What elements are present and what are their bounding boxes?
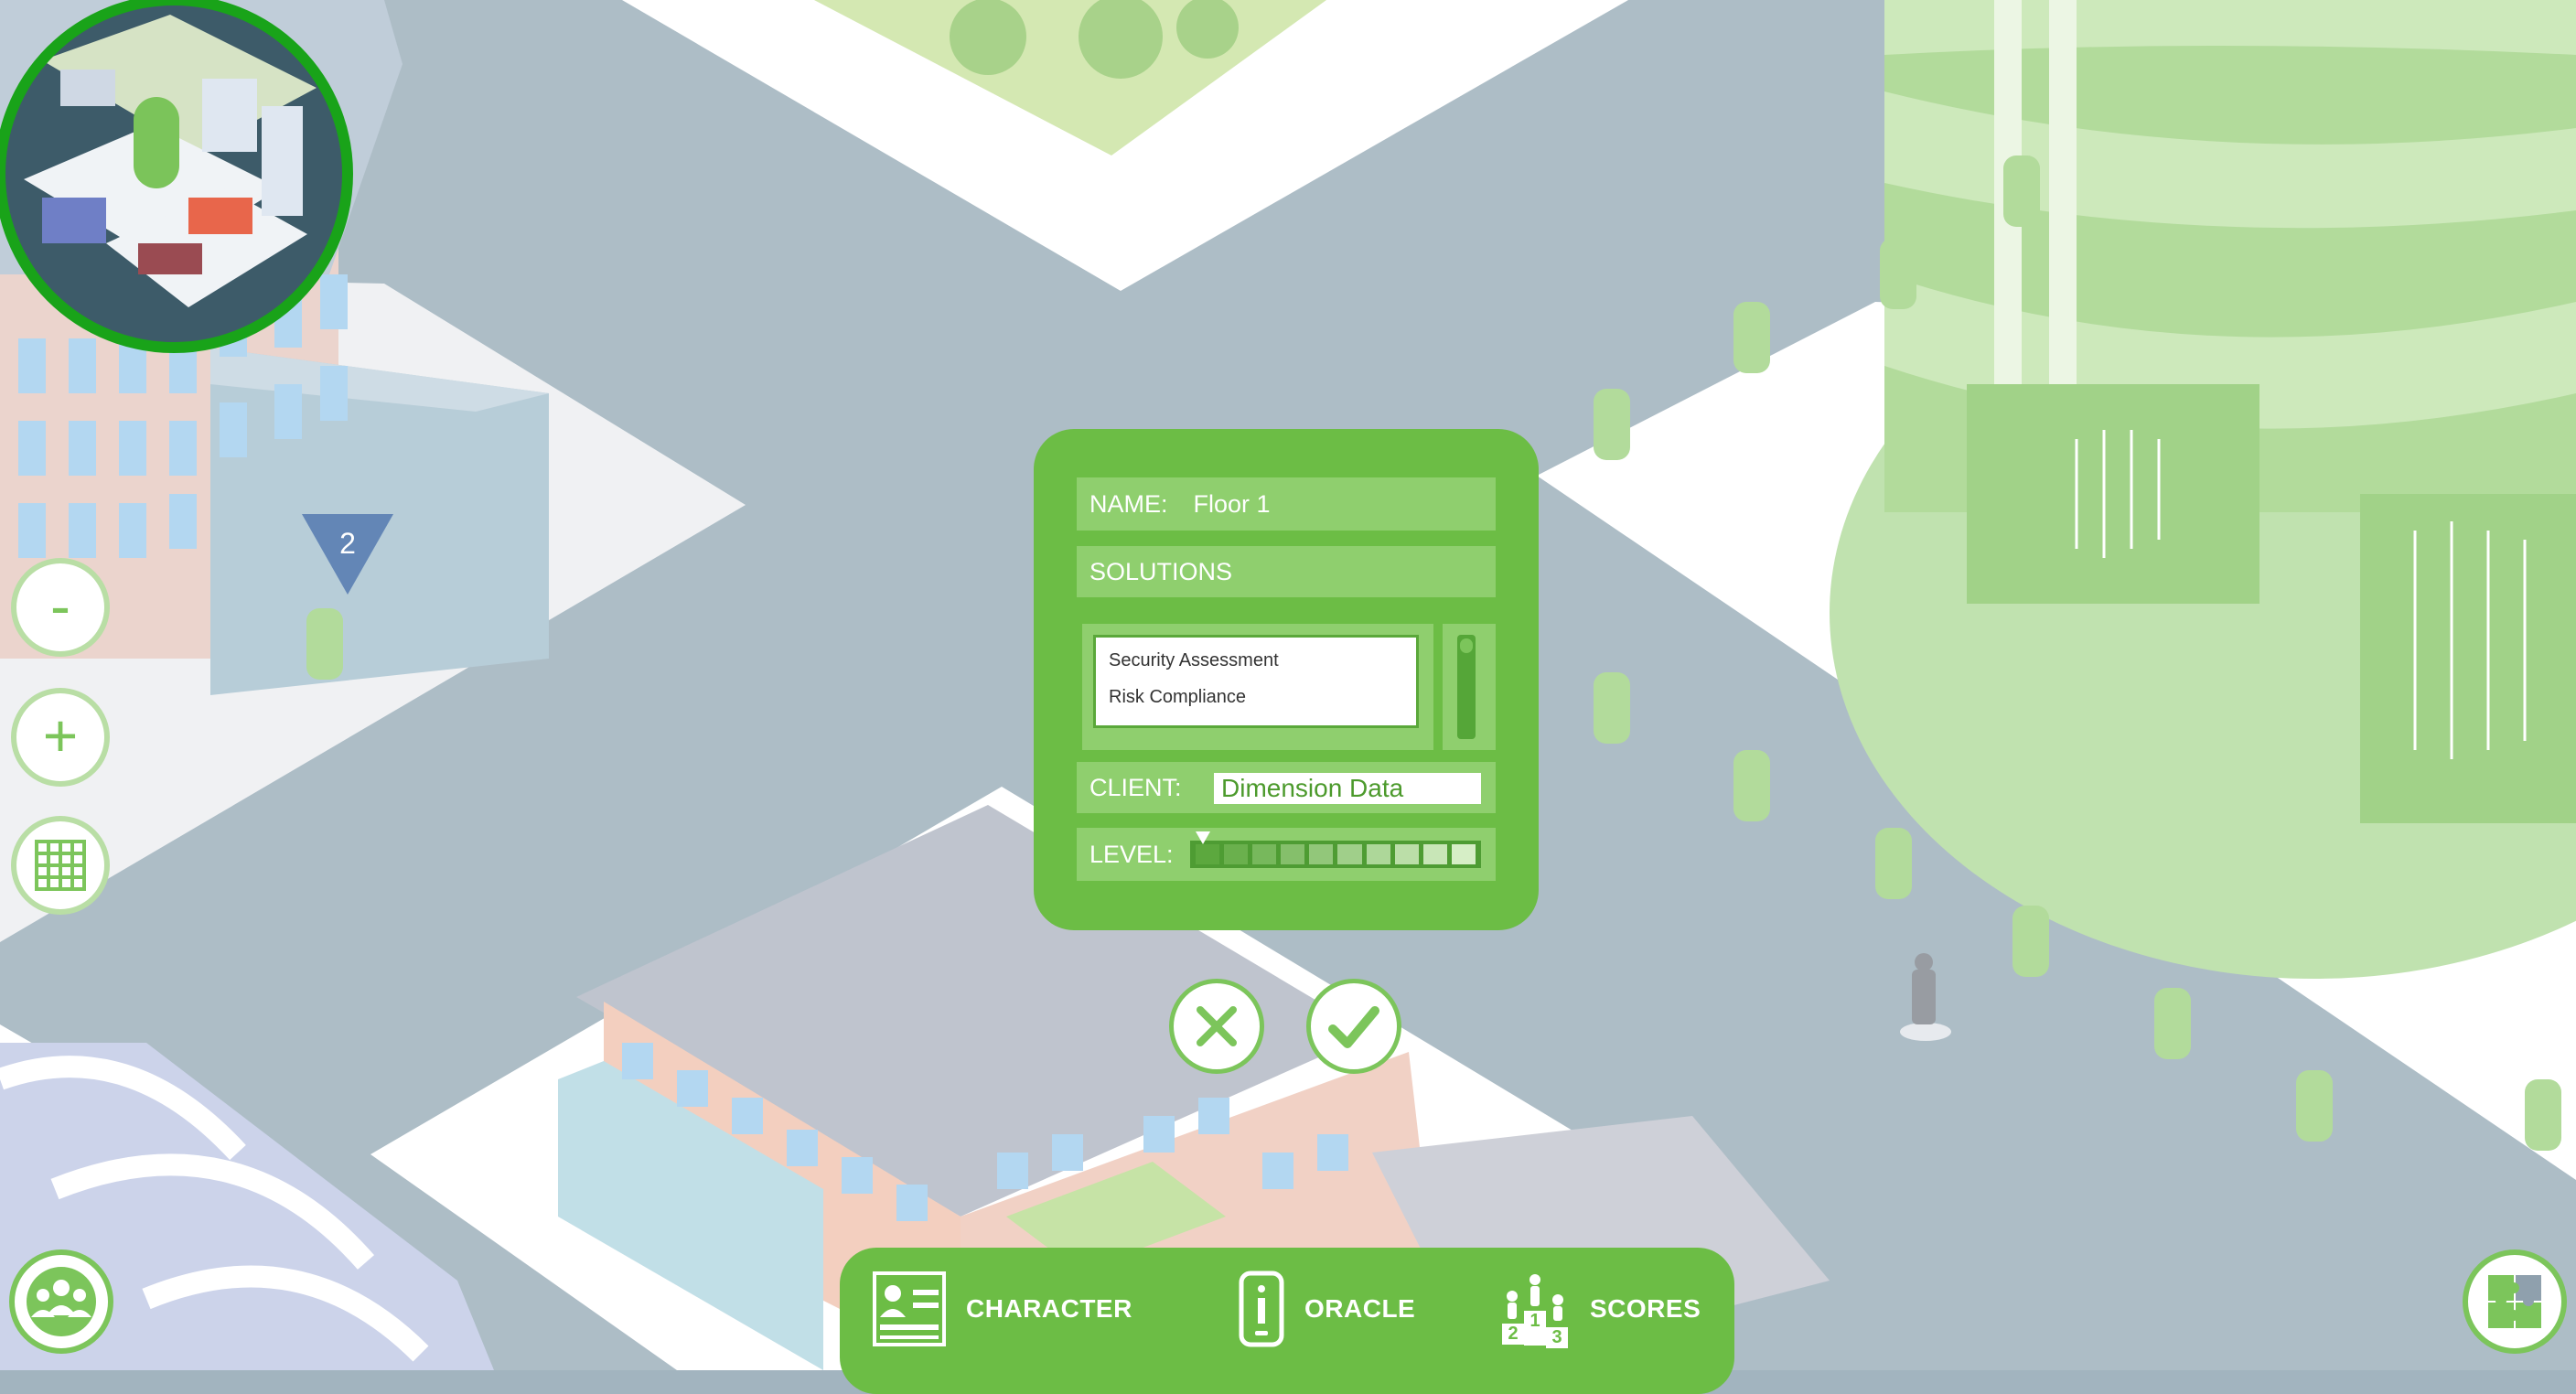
zoom-in-button[interactable]: + xyxy=(11,688,110,787)
level-segment[interactable] xyxy=(1366,844,1390,864)
character-tab[interactable]: CHARACTER xyxy=(873,1248,1132,1370)
solutions-scroll-track xyxy=(1443,624,1496,750)
client-row: CLIENT: Dimension Data xyxy=(1077,762,1496,813)
oracle-tab[interactable]: ORACLE xyxy=(1239,1248,1415,1370)
solutions-scrollbar[interactable] xyxy=(1457,635,1476,739)
name-row: NAME: Floor 1 xyxy=(1077,477,1496,531)
check-icon xyxy=(1328,1006,1379,1048)
scores-label: SCORES xyxy=(1590,1294,1701,1323)
team-button[interactable] xyxy=(9,1249,113,1354)
level-segment[interactable] xyxy=(1422,844,1447,864)
level-segment[interactable] xyxy=(1337,844,1362,864)
name-value[interactable]: Floor 1 xyxy=(1194,490,1271,519)
oracle-phone-icon xyxy=(1239,1271,1284,1347)
podium-3: 3 xyxy=(1546,1327,1568,1348)
cancel-button[interactable] xyxy=(1169,979,1264,1074)
level-segment[interactable] xyxy=(1451,844,1476,864)
solutions-list[interactable]: Security Assessment Risk Compliance Main… xyxy=(1093,635,1419,728)
client-input[interactable]: Dimension Data xyxy=(1212,771,1483,806)
character-label: CHARACTER xyxy=(966,1294,1132,1323)
grid-toggle-button[interactable] xyxy=(11,816,110,915)
level-segment[interactable] xyxy=(1309,844,1334,864)
level-slider[interactable] xyxy=(1190,841,1481,868)
minimap[interactable] xyxy=(0,0,353,353)
client-label: CLIENT: xyxy=(1089,773,1182,801)
puzzle-button[interactable] xyxy=(2463,1249,2567,1354)
podium-2: 2 xyxy=(1502,1324,1524,1345)
confirm-button[interactable] xyxy=(1306,979,1401,1074)
level-segment[interactable] xyxy=(1196,844,1220,864)
close-icon xyxy=(1197,1006,1237,1046)
level-label: LEVEL: xyxy=(1089,840,1174,868)
level-segment[interactable] xyxy=(1281,844,1305,864)
character-card-icon xyxy=(873,1271,946,1346)
solutions-item[interactable]: Security Assessment xyxy=(1109,643,1416,680)
oracle-label: ORACLE xyxy=(1304,1294,1416,1323)
puzzle-icon xyxy=(2488,1275,2541,1328)
level-segment[interactable] xyxy=(1252,844,1277,864)
level-marker[interactable] xyxy=(1196,831,1210,844)
level-row: LEVEL: xyxy=(1077,828,1496,881)
group-icon xyxy=(27,1267,96,1336)
grid-icon xyxy=(35,840,86,891)
solutions-item[interactable]: Risk Compliance xyxy=(1109,680,1416,716)
building-badge-number: 2 xyxy=(339,527,356,560)
scores-tab[interactable]: 2 1 3 SCORES xyxy=(1500,1248,1701,1370)
solutions-header: SOLUTIONS xyxy=(1077,546,1496,597)
minimap-image xyxy=(24,15,317,307)
level-segment[interactable] xyxy=(1394,844,1419,864)
level-segment[interactable] xyxy=(1224,844,1249,864)
scroll-thumb[interactable] xyxy=(1460,638,1473,653)
room-config-dialog: NAME: Floor 1 SOLUTIONS Security Assessm… xyxy=(1034,429,1539,930)
zoom-out-button[interactable]: - xyxy=(11,558,110,657)
solutions-label: SOLUTIONS xyxy=(1089,557,1233,585)
bottom-nav-bar: CHARACTER ORACLE 2 1 3 SCORES xyxy=(840,1248,1734,1394)
podium-1: 1 xyxy=(1524,1311,1546,1346)
solutions-list-frame: Security Assessment Risk Compliance Main… xyxy=(1082,624,1433,750)
podium-icon: 2 1 3 xyxy=(1500,1271,1570,1348)
solutions-item[interactable]: Maintenance xyxy=(1109,716,1416,725)
name-label: NAME: xyxy=(1089,489,1168,518)
